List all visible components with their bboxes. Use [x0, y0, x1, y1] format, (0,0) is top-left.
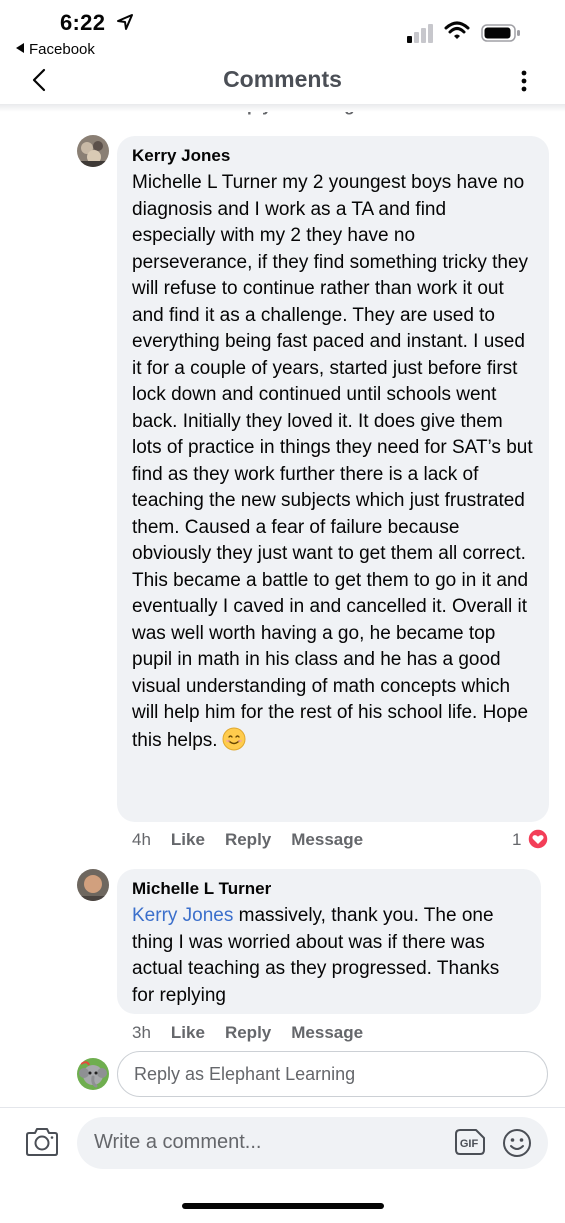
status-time: 6:22	[60, 10, 106, 35]
status-bar: 6:22 Facebook	[0, 0, 565, 62]
smiley-icon[interactable]	[502, 1128, 532, 1158]
comment-text: Michelle L Turner my 2 youngest boys hav…	[132, 170, 534, 754]
like-button[interactable]: Like	[171, 1023, 205, 1042]
comment-author[interactable]: Michelle L Turner	[132, 879, 526, 899]
avatar-image	[77, 135, 109, 167]
comment-timestamp: 4h	[132, 830, 151, 849]
reaction-count[interactable]: 1	[512, 830, 521, 850]
avatar-image	[77, 1058, 109, 1090]
location-arrow-icon	[117, 14, 133, 30]
avatar-kerry-jones[interactable]	[77, 135, 109, 167]
avatar-michelle-l-turner[interactable]	[77, 869, 109, 901]
gif-label: GIF	[460, 1138, 479, 1150]
comment-bubble[interactable]: Michelle L Turner Kerry Jones massively,…	[117, 869, 541, 1014]
more-vertical-icon[interactable]	[518, 69, 530, 93]
message-button[interactable]: Message	[291, 1023, 363, 1042]
comment-bubble[interactable]: Kerry Jones Michelle L Turner my 2 young…	[117, 136, 549, 822]
cellular-signal-icon	[407, 24, 433, 43]
page-title: Comments	[223, 66, 342, 92]
comment-body: Michelle L Turner my 2 youngest boys hav…	[132, 172, 533, 751]
comment-author[interactable]: Kerry Jones	[132, 146, 534, 166]
back-to-app-link[interactable]: Facebook	[16, 41, 95, 58]
back-triangle-icon	[16, 43, 24, 53]
comment-text: Kerry Jones massively, thank you. The on…	[132, 903, 526, 1009]
home-indicator[interactable]	[182, 1203, 384, 1209]
camera-icon[interactable]	[24, 1126, 60, 1158]
reply-input[interactable]: Reply as Elephant Learning	[117, 1051, 548, 1097]
comment-actions: 4h Like Reply Message	[132, 830, 383, 850]
header-divider	[0, 104, 565, 112]
avatar-image	[77, 869, 109, 901]
mention-link[interactable]: Kerry Jones	[132, 905, 233, 926]
comment-timestamp: 3h	[132, 1023, 151, 1042]
reply-button[interactable]: Reply	[225, 1023, 271, 1042]
comments-header: Comments	[0, 58, 565, 104]
smiling-face-emoji-icon	[222, 727, 246, 750]
gif-icon[interactable]: GIF	[454, 1128, 486, 1156]
battery-icon	[481, 24, 520, 42]
message-button[interactable]: Message	[291, 830, 363, 849]
reply-button[interactable]: Reply	[225, 830, 271, 849]
wifi-icon	[444, 21, 470, 39]
comment-actions: 3h Like Reply Message	[132, 1023, 383, 1043]
love-reaction-icon[interactable]	[527, 828, 549, 850]
like-button[interactable]: Like	[171, 830, 205, 849]
back-app-label: Facebook	[29, 41, 95, 58]
avatar-elephant-learning	[77, 1058, 109, 1090]
